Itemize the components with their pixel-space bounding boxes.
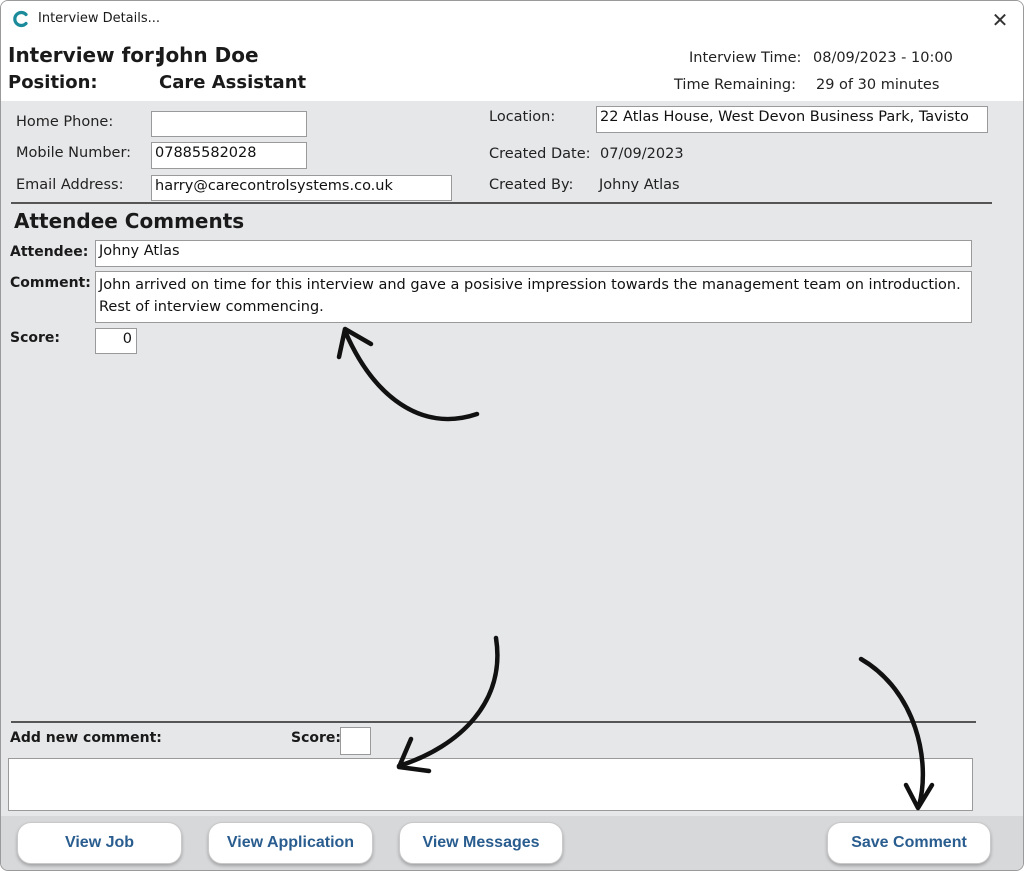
arrow-to-save-icon (858, 656, 926, 809)
annotation-arrows (336, 326, 935, 811)
arrow-to-comment-icon (342, 328, 480, 422)
arrow-to-new-comment-icon (396, 635, 500, 769)
interview-details-window: Interview Details... ✕ Interview for: Jo… (0, 0, 1024, 871)
